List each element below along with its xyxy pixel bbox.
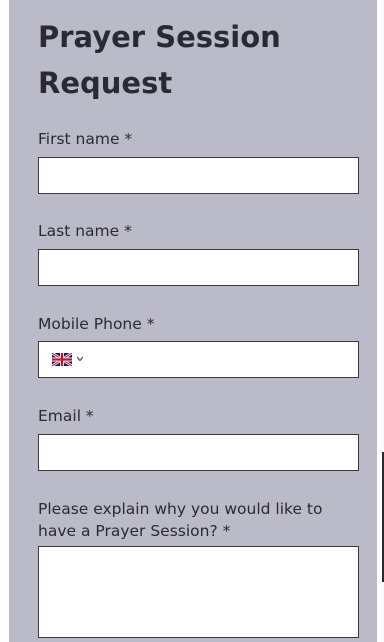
chevron-down-icon <box>76 356 84 362</box>
form-title: Prayer Session Request <box>38 20 281 100</box>
email-input[interactable] <box>38 434 359 471</box>
united-kingdom-flag-icon <box>52 353 72 366</box>
last-name-label: Last name * <box>38 222 132 240</box>
email-label: Email * <box>38 407 94 425</box>
first-name-label: First name * <box>38 130 133 148</box>
reason-textarea[interactable] <box>38 546 359 638</box>
reason-label: Please explain why you would like to hav… <box>38 500 323 540</box>
last-name-input[interactable] <box>38 249 359 286</box>
country-code-select[interactable] <box>52 353 92 367</box>
mobile-phone-field <box>38 341 359 379</box>
mobile-phone-input[interactable] <box>97 342 359 379</box>
first-name-input[interactable] <box>38 157 359 194</box>
form-panel: Prayer Session Request First name * Last… <box>9 0 377 642</box>
mobile-phone-label: Mobile Phone * <box>38 315 155 333</box>
